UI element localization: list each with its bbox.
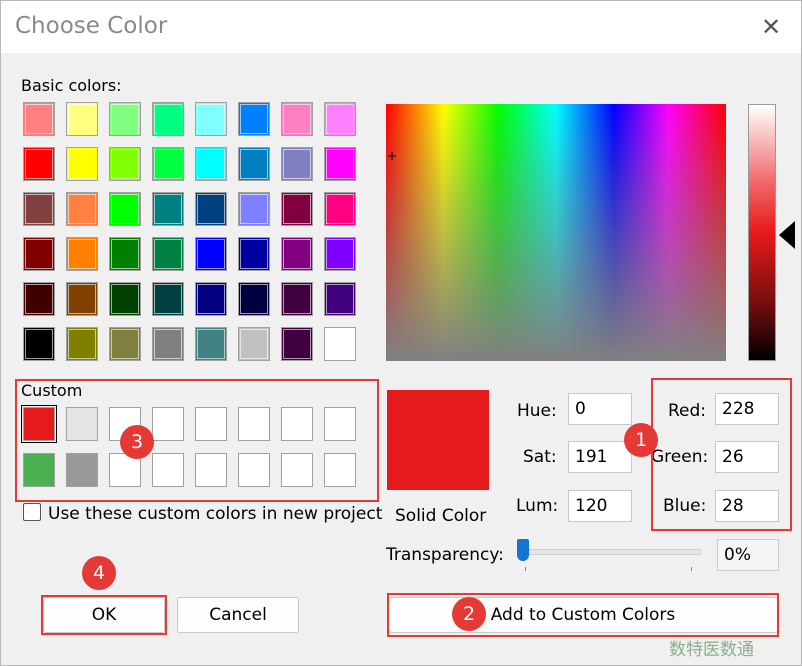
basic-color-swatch[interactable]: [23, 102, 55, 136]
highlight-add-button: [387, 593, 779, 637]
basic-color-swatch[interactable]: [23, 282, 55, 316]
spectrum-crosshair-icon[interactable]: +: [387, 150, 399, 162]
basic-color-swatch[interactable]: [109, 192, 141, 226]
use-custom-colors-label: Use these custom colors in new project: [48, 504, 383, 524]
basic-color-swatch[interactable]: [238, 327, 270, 361]
basic-color-swatch[interactable]: [152, 237, 184, 271]
lum-field[interactable]: 120: [568, 490, 632, 522]
basic-color-swatch[interactable]: [66, 192, 98, 226]
annotation-badge-3: 3: [120, 425, 154, 459]
luminance-arrow-icon[interactable]: [779, 221, 795, 249]
basic-color-swatch[interactable]: [109, 327, 141, 361]
basic-color-swatch[interactable]: [195, 102, 227, 136]
basic-color-swatch[interactable]: [66, 327, 98, 361]
basic-color-swatch[interactable]: [152, 327, 184, 361]
basic-color-swatch[interactable]: [152, 192, 184, 226]
close-icon[interactable]: ✕: [749, 7, 793, 47]
basic-color-swatch[interactable]: [152, 282, 184, 316]
use-custom-colors-checkbox[interactable]: [23, 503, 41, 521]
basic-color-swatch[interactable]: [195, 237, 227, 271]
basic-color-swatch[interactable]: [238, 192, 270, 226]
hue-label: Hue:: [517, 401, 557, 421]
basic-color-swatch[interactable]: [324, 147, 356, 181]
slider-tick: [525, 567, 526, 571]
choose-color-dialog: Choose Color ✕ Basic colors: Custom Use …: [0, 0, 802, 666]
basic-colors-label: Basic colors:: [21, 76, 122, 95]
transparency-slider-thumb[interactable]: [517, 539, 529, 561]
dialog-title: Choose Color: [15, 13, 168, 39]
basic-color-swatch[interactable]: [238, 147, 270, 181]
basic-color-swatch[interactable]: [238, 282, 270, 316]
basic-color-swatch[interactable]: [281, 147, 313, 181]
annotation-badge-1: 1: [624, 423, 658, 457]
basic-color-swatch[interactable]: [324, 102, 356, 136]
basic-color-swatch[interactable]: [281, 192, 313, 226]
basic-color-swatch[interactable]: [281, 282, 313, 316]
basic-color-swatch[interactable]: [324, 327, 356, 361]
basic-color-swatch[interactable]: [324, 282, 356, 316]
basic-color-swatch[interactable]: [109, 147, 141, 181]
basic-color-swatch[interactable]: [324, 237, 356, 271]
basic-color-swatch[interactable]: [324, 192, 356, 226]
luminance-bar[interactable]: [748, 104, 776, 361]
basic-color-swatch[interactable]: [23, 147, 55, 181]
basic-color-swatch[interactable]: [66, 237, 98, 271]
title-bar: Choose Color ✕: [1, 1, 801, 53]
basic-color-swatch[interactable]: [23, 192, 55, 226]
basic-color-swatch[interactable]: [66, 147, 98, 181]
basic-color-swatch[interactable]: [281, 327, 313, 361]
solid-color-preview: [387, 390, 489, 490]
basic-color-swatch[interactable]: [195, 192, 227, 226]
sat-field[interactable]: 191: [568, 441, 632, 473]
basic-color-swatch[interactable]: [238, 102, 270, 136]
basic-color-swatch[interactable]: [23, 237, 55, 271]
transparency-slider[interactable]: [521, 549, 701, 555]
basic-color-swatch[interactable]: [195, 147, 227, 181]
transparency-value: 0%: [717, 539, 779, 571]
basic-color-swatch[interactable]: [109, 282, 141, 316]
basic-color-swatch[interactable]: [23, 327, 55, 361]
slider-tick: [691, 567, 692, 571]
basic-color-swatch[interactable]: [195, 327, 227, 361]
solid-color-label: Solid Color: [395, 506, 487, 526]
color-spectrum[interactable]: [386, 104, 726, 361]
highlight-ok-button: [41, 595, 167, 635]
highlight-rgb-fields: [651, 378, 792, 531]
annotation-badge-4: 4: [82, 556, 116, 590]
basic-color-swatch[interactable]: [109, 237, 141, 271]
basic-color-swatch[interactable]: [195, 282, 227, 316]
highlight-custom-colors: [15, 379, 379, 502]
sat-label: Sat:: [523, 447, 557, 467]
basic-color-swatch[interactable]: [152, 102, 184, 136]
cancel-button[interactable]: Cancel: [177, 597, 299, 633]
transparency-label: Transparency:: [386, 545, 504, 565]
lum-label: Lum:: [516, 496, 559, 516]
basic-color-swatch[interactable]: [109, 102, 141, 136]
basic-color-swatch[interactable]: [66, 102, 98, 136]
annotation-badge-2: 2: [452, 597, 486, 631]
basic-color-swatch[interactable]: [281, 237, 313, 271]
watermark: 数特医数通: [669, 640, 754, 660]
basic-color-swatch[interactable]: [281, 102, 313, 136]
basic-color-swatch[interactable]: [152, 147, 184, 181]
basic-color-swatch[interactable]: [66, 282, 98, 316]
hue-field[interactable]: 0: [568, 393, 632, 425]
basic-color-swatch[interactable]: [238, 237, 270, 271]
